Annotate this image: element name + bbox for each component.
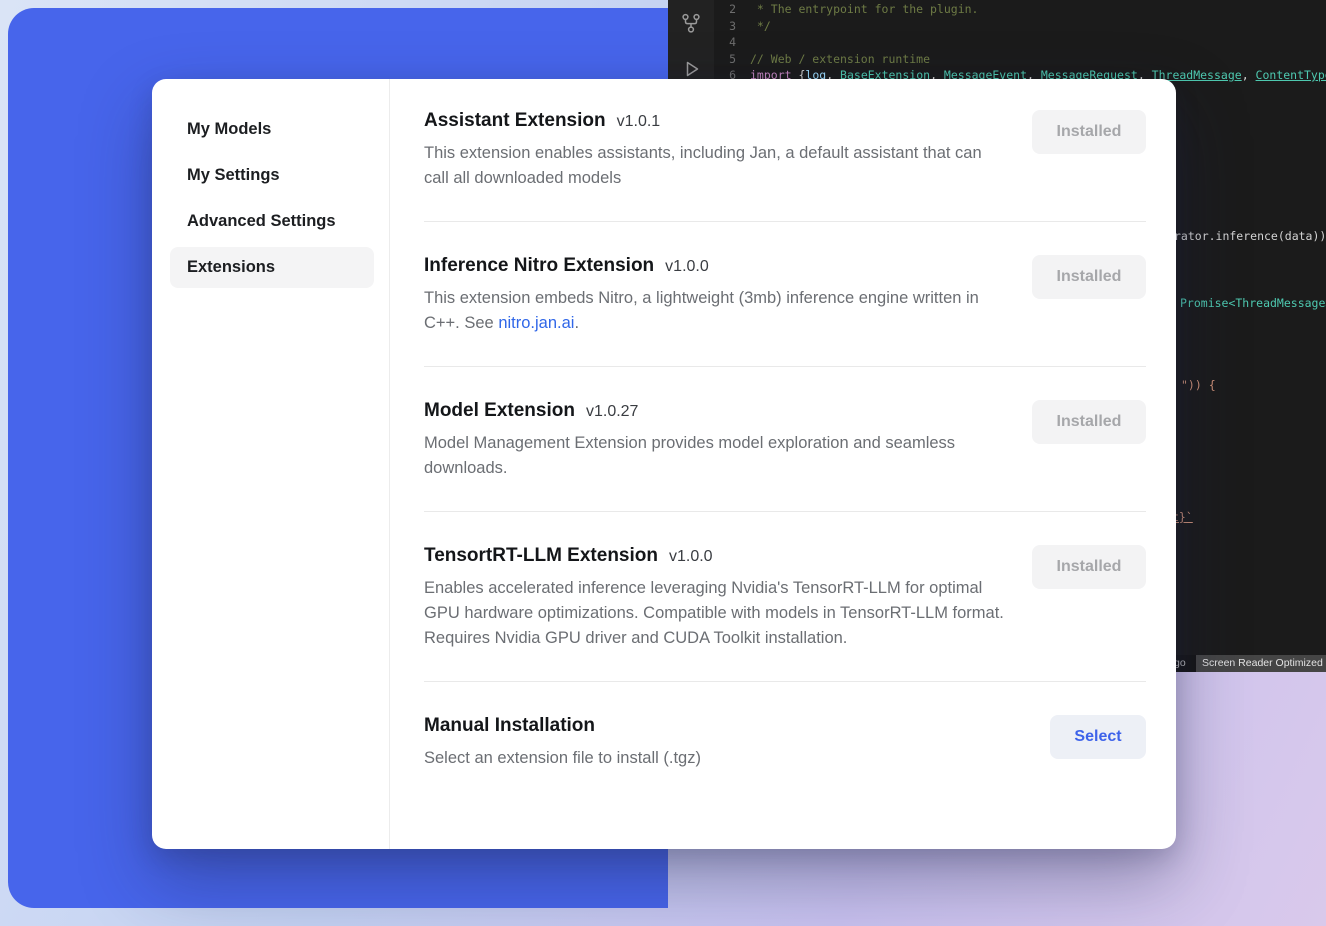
settings-sidebar: My Models My Settings Advanced Settings … — [152, 79, 390, 849]
extension-title: Manual Installation — [424, 715, 595, 737]
extension-row: Model Extension v1.0.27 Model Management… — [424, 366, 1146, 511]
extension-description: Enables accelerated inference leveraging… — [424, 576, 1006, 651]
extension-version: v1.0.0 — [669, 548, 713, 566]
sidebar-item-my-models[interactable]: My Models — [170, 109, 374, 150]
extension-description: This extension enables assistants, inclu… — [424, 141, 1006, 191]
line-number: 4 — [714, 34, 736, 51]
extension-row: Assistant Extension v1.0.1 This extensio… — [424, 79, 1146, 221]
extension-version: v1.0.0 — [665, 258, 709, 276]
extension-description: Select an extension file to install (.tg… — [424, 746, 701, 771]
settings-modal: My Models My Settings Advanced Settings … — [152, 79, 1176, 849]
sidebar-item-extensions[interactable]: Extensions — [170, 247, 374, 288]
source-control-icon[interactable] — [668, 0, 714, 46]
code-fragment: rator.inference(data)); — [1174, 229, 1326, 243]
extension-description: Model Management Extension provides mode… — [424, 431, 1006, 481]
installed-button[interactable]: Installed — [1032, 255, 1146, 299]
line-number: 5 — [714, 51, 736, 68]
extension-title: Assistant Extension — [424, 110, 606, 132]
extension-row: Manual Installation Select an extension … — [424, 681, 1146, 801]
code-line: 4 — [714, 34, 1326, 51]
code-text: */ — [750, 18, 771, 35]
code-text: // Web / extension runtime — [750, 51, 930, 68]
code-fragment: ")) { — [1181, 378, 1216, 392]
extension-title: Inference Nitro Extension — [424, 255, 654, 277]
screen-reader-status[interactable]: Screen Reader Optimized — [1196, 655, 1326, 672]
extensions-panel: Assistant Extension v1.0.1 This extensio… — [390, 79, 1176, 849]
select-button[interactable]: Select — [1050, 715, 1146, 759]
code-text: * The entrypoint for the plugin. — [750, 1, 978, 18]
desktop-background: 2 * The entrypoint for the plugin. 3 */ … — [0, 0, 1326, 926]
extension-title: Model Extension — [424, 400, 575, 422]
installed-button[interactable]: Installed — [1032, 400, 1146, 444]
extension-description: This extension embeds Nitro, a lightweig… — [424, 286, 1006, 336]
extension-row: Inference Nitro Extension v1.0.0 This ex… — [424, 221, 1146, 366]
sidebar-item-my-settings[interactable]: My Settings — [170, 155, 374, 196]
extension-title: TensortRT-LLM Extension — [424, 545, 658, 567]
nitro-jan-ai-link[interactable]: nitro.jan.ai — [498, 314, 574, 332]
extension-row: TensortRT-LLM Extension v1.0.0 Enables a… — [424, 511, 1146, 681]
code-line: 3 */ — [714, 18, 1326, 35]
installed-button[interactable]: Installed — [1032, 110, 1146, 154]
line-number: 2 — [714, 1, 736, 18]
line-number: 3 — [714, 18, 736, 35]
code-line: 2 * The entrypoint for the plugin. — [714, 1, 1326, 18]
extension-version: v1.0.1 — [617, 113, 661, 131]
sidebar-item-advanced-settings[interactable]: Advanced Settings — [170, 201, 374, 242]
extension-version: v1.0.27 — [586, 403, 638, 421]
code-fragment: Promise<ThreadMessage> — [1180, 296, 1326, 310]
installed-button[interactable]: Installed — [1032, 545, 1146, 589]
code-line: 5 // Web / extension runtime — [714, 51, 1326, 68]
